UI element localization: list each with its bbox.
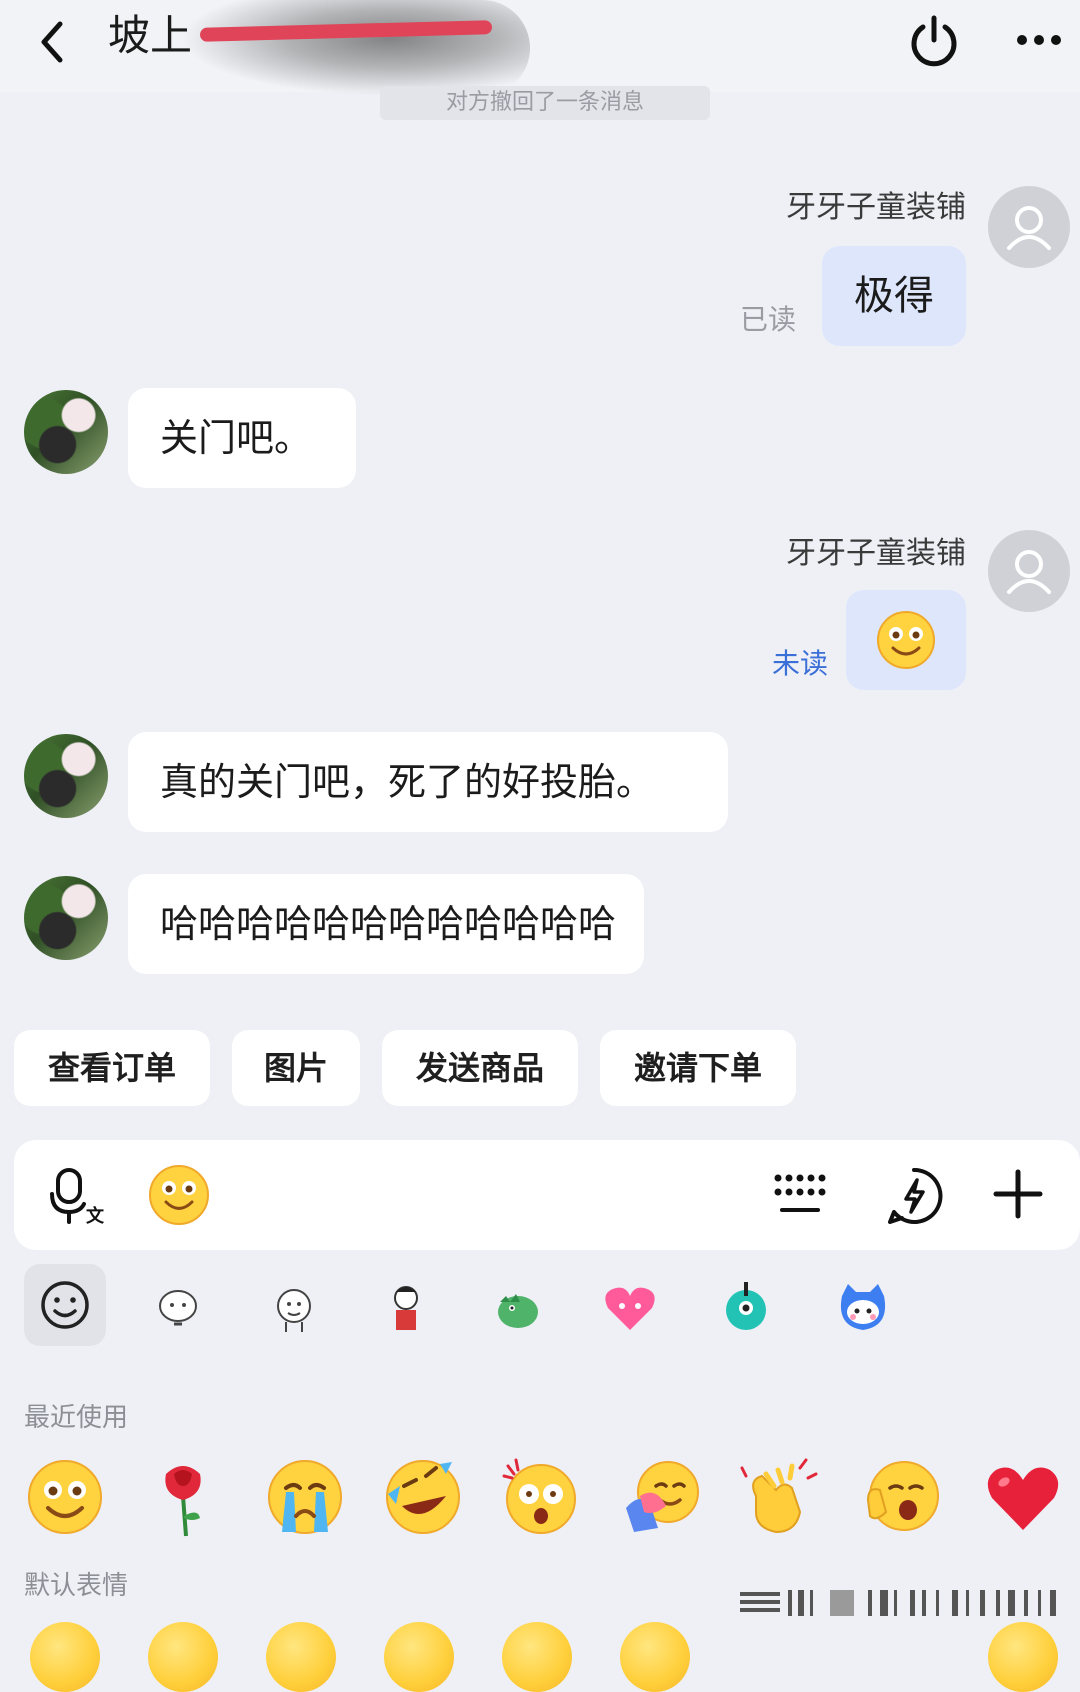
more-button[interactable]: [1010, 14, 1068, 64]
emoji-clapping-hands[interactable]: [738, 1456, 820, 1538]
recent-emoji-label: 最近使用: [24, 1403, 129, 1433]
send-image-button[interactable]: 图片: [232, 1030, 360, 1106]
svg-text:文: 文: [86, 1205, 105, 1227]
chevron-left-icon: [41, 21, 63, 63]
yawning-face-icon: [866, 1461, 939, 1531]
smiling-face-emoji-icon: [877, 611, 935, 669]
tab-sticker-pack-6[interactable]: [718, 1276, 774, 1336]
shocked-face-icon: [502, 1458, 576, 1534]
doodle-face-icon: [277, 1289, 311, 1332]
tab-smiley[interactable]: [24, 1264, 106, 1346]
invite-order-button[interactable]: 邀请下单: [600, 1030, 796, 1106]
tab-sticker-pack-5[interactable]: [600, 1278, 660, 1336]
back-button[interactable]: [24, 10, 84, 70]
emoji-hugging-face[interactable]: [620, 1456, 702, 1538]
barcode-watermark: [740, 1586, 1070, 1618]
cartoon-face-icon: [159, 1290, 197, 1326]
hugging-face-icon: [626, 1461, 699, 1532]
customer-avatar[interactable]: [24, 876, 108, 960]
emoji-icon: [149, 1165, 209, 1225]
chat-title[interactable]: 坡上: [108, 6, 192, 66]
emoji-rolling-laughing[interactable]: [382, 1456, 464, 1538]
default-emoji-9[interactable]: [988, 1622, 1058, 1692]
read-status: 已读: [740, 303, 797, 336]
default-emoji-1[interactable]: [30, 1622, 100, 1692]
message-bubble-outgoing[interactable]: [846, 590, 966, 690]
blue-cat-icon: [840, 1284, 886, 1330]
keyboard-icon: [774, 1174, 826, 1212]
green-dinosaur-icon: [498, 1294, 538, 1328]
rose-icon: [165, 1466, 201, 1537]
default-emoji-2[interactable]: [148, 1622, 218, 1692]
emoji-crying-face[interactable]: [264, 1456, 346, 1538]
default-emoji-3[interactable]: [266, 1622, 336, 1692]
tab-sticker-pack-1[interactable]: [150, 1280, 206, 1336]
default-emoji-5[interactable]: [502, 1622, 572, 1692]
tab-sticker-pack-2[interactable]: [264, 1280, 320, 1336]
emoji-button[interactable]: [146, 1162, 212, 1228]
emoji-red-heart[interactable]: [982, 1456, 1064, 1538]
quick-reply-icon: [888, 1167, 943, 1224]
tab-sticker-pack-3[interactable]: [378, 1276, 434, 1336]
default-emoji-label: 默认表情: [24, 1571, 129, 1601]
default-emoji-6[interactable]: [620, 1622, 690, 1692]
sender-name: 牙牙子童装铺: [786, 190, 966, 225]
view-order-button[interactable]: 查看订单: [14, 1030, 210, 1106]
person-icon: [1007, 550, 1051, 594]
emoji-rose[interactable]: [142, 1456, 224, 1538]
unread-status: 未读: [772, 647, 829, 680]
voice-to-text-icon: 文: [50, 1168, 105, 1227]
customer-avatar[interactable]: [24, 390, 108, 474]
shop-avatar[interactable]: [988, 186, 1070, 268]
add-button[interactable]: [988, 1164, 1048, 1224]
send-product-button[interactable]: 发送商品: [382, 1030, 578, 1106]
smiling-face-icon: [28, 1460, 102, 1534]
default-emoji-4[interactable]: [384, 1622, 454, 1692]
red-heart-icon: [987, 1467, 1059, 1530]
smiley-tab-icon: [41, 1281, 89, 1329]
customer-avatar[interactable]: [24, 734, 108, 818]
emoji-yawning-face[interactable]: [860, 1456, 942, 1538]
voice-to-text-button[interactable]: 文: [44, 1164, 108, 1228]
person-icon: [1007, 206, 1051, 250]
tab-sticker-pack-7[interactable]: [834, 1278, 892, 1336]
sender-name: 牙牙子童装铺: [786, 536, 966, 571]
rolling-laughing-face-icon: [386, 1460, 460, 1534]
plus-icon: [993, 1169, 1043, 1219]
watermark-graphic: [740, 1590, 1056, 1616]
emoji-shocked-face[interactable]: [500, 1456, 582, 1538]
message-bubble-incoming[interactable]: 哈哈哈哈哈哈哈哈哈哈哈哈: [128, 874, 644, 974]
figure-sticker-icon: [394, 1286, 418, 1330]
tab-sticker-pack-4[interactable]: [490, 1280, 546, 1336]
quick-reply-button[interactable]: [882, 1164, 946, 1228]
teal-character-icon: [726, 1282, 766, 1330]
more-dots-icon: [1017, 35, 1061, 45]
end-session-button[interactable]: [904, 10, 964, 70]
system-notice: 对方撤回了一条消息: [380, 86, 710, 120]
message-bubble-incoming[interactable]: 关门吧。: [128, 388, 356, 488]
clapping-hands-icon: [740, 1458, 818, 1534]
keyboard-button[interactable]: [770, 1166, 830, 1226]
power-icon: [911, 15, 957, 67]
emoji-smiling-face[interactable]: [24, 1456, 106, 1538]
message-bubble-incoming[interactable]: 真的关门吧，死了的好投胎。: [128, 732, 728, 832]
pink-heart-character-icon: [605, 1287, 655, 1330]
message-bubble-outgoing[interactable]: 极得: [822, 246, 966, 346]
crying-face-icon: [268, 1460, 342, 1534]
shop-avatar[interactable]: [988, 530, 1070, 612]
redaction-smudge: [180, 0, 530, 96]
